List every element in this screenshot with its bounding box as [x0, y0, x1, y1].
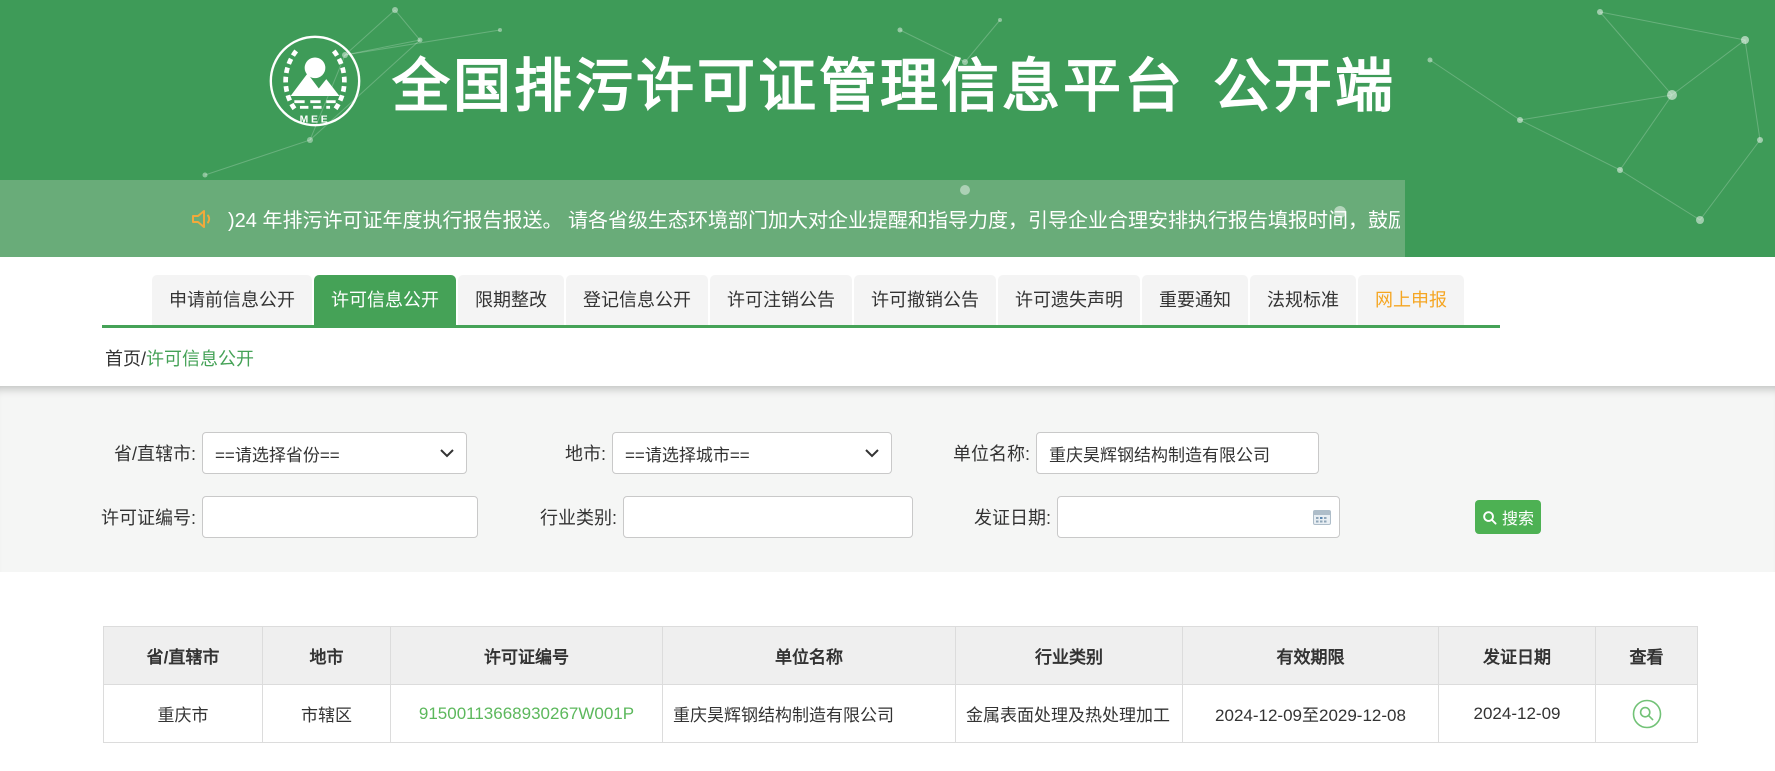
speaker-icon [190, 206, 216, 232]
results-table-section: 省/直辖市 地市 许可证编号 单位名称 行业类别 有效期限 发证日期 查看 重庆… [103, 626, 1775, 743]
tab-deadline-rectification[interactable]: 限期整改 [458, 275, 564, 325]
mee-logo-icon: MEE [268, 34, 362, 128]
search-icon [1482, 510, 1497, 525]
table-header-row: 省/直辖市 地市 许可证编号 单位名称 行业类别 有效期限 发证日期 查看 [104, 627, 1698, 685]
col-header-city: 地市 [263, 627, 391, 685]
col-header-province: 省/直辖市 [104, 627, 263, 685]
calendar-icon[interactable] [1313, 509, 1331, 525]
tab-regulations-standards[interactable]: 法规标准 [1250, 275, 1356, 325]
col-header-issue-date: 发证日期 [1439, 627, 1596, 685]
breadcrumb-home-link[interactable]: 首页 [105, 349, 141, 369]
main-navigation: 申请前信息公开 许可信息公开 限期整改 登记信息公开 许可注销公告 许可撤销公告… [0, 275, 1775, 328]
province-select[interactable]: ==请选择省份== [202, 432, 467, 474]
col-header-view: 查看 [1596, 627, 1698, 685]
tab-important-notice[interactable]: 重要通知 [1142, 275, 1248, 325]
table-row: 重庆市 市辖区 91500113668930267W001P 重庆昊辉钢结构制造… [104, 685, 1698, 743]
site-header: MEE 全国排污许可证管理信息平台公开端 )24 年排污许可证年度执行报告报送。… [0, 0, 1775, 257]
permit-number-link[interactable]: 91500113668930267W001P [419, 704, 634, 723]
cell-company: 重庆昊辉钢结构制造有限公司 [663, 685, 956, 743]
province-select-value: ==请选择省份== [215, 441, 340, 466]
cell-industry: 金属表面处理及热处理加工 [956, 685, 1183, 743]
tab-permit-info[interactable]: 许可信息公开 [314, 275, 456, 325]
province-label: 省/直辖市: [86, 440, 196, 466]
search-button[interactable]: 搜索 [1475, 500, 1541, 534]
site-title-main: 全国排污许可证管理信息平台 [392, 54, 1185, 119]
cell-city: 市辖区 [263, 685, 391, 743]
announcement-text: )24 年排污许可证年度执行报告报送。 请各省级生态环境部门加大对企业提醒和指导… [228, 204, 1400, 233]
tab-permit-revocation-notice[interactable]: 许可撤销公告 [854, 275, 996, 325]
tab-permit-cancellation-notice[interactable]: 许可注销公告 [710, 275, 852, 325]
page: MEE 全国排污许可证管理信息平台公开端 )24 年排污许可证年度执行报告报送。… [0, 0, 1775, 771]
issue-date-label: 发证日期: [933, 504, 1051, 530]
chevron-down-icon [865, 449, 879, 458]
tab-pre-application-info[interactable]: 申请前信息公开 [152, 275, 312, 325]
view-detail-icon[interactable] [1632, 699, 1662, 729]
search-form-row-1: 省/直辖市: ==请选择省份== 地市: ==请选择城市== 单位名称: [86, 432, 1775, 474]
city-select[interactable]: ==请选择城市== [612, 432, 892, 474]
results-table: 省/直辖市 地市 许可证编号 单位名称 行业类别 有效期限 发证日期 查看 重庆… [103, 626, 1698, 743]
nav-tabs: 申请前信息公开 许可信息公开 限期整改 登记信息公开 许可注销公告 许可撤销公告… [152, 275, 1464, 325]
col-header-permit-number: 许可证编号 [391, 627, 663, 685]
tab-online-application[interactable]: 网上申报 [1358, 275, 1464, 325]
city-label: 地市: [482, 440, 606, 466]
cell-issue-date: 2024-12-09 [1439, 685, 1596, 743]
permit-number-label: 许可证编号: [86, 504, 196, 530]
cell-validity: 2024-12-09至2029-12-08 [1183, 685, 1439, 743]
tabs-underline [102, 325, 1500, 328]
brand: MEE 全国排污许可证管理信息平台公开端 [268, 34, 1396, 128]
company-name-input[interactable] [1036, 432, 1319, 474]
chevron-down-icon [440, 449, 454, 458]
svg-text:MEE: MEE [300, 114, 331, 125]
tab-registration-info[interactable]: 登记信息公开 [566, 275, 708, 325]
col-header-company: 单位名称 [663, 627, 956, 685]
announcement-bar-right-cap [1405, 180, 1775, 257]
breadcrumb-current: 许可信息公开 [146, 349, 254, 369]
tab-permit-loss-statement[interactable]: 许可遗失声明 [998, 275, 1140, 325]
industry-category-label: 行业类别: [493, 504, 617, 530]
announcement: )24 年排污许可证年度执行报告报送。 请各省级生态环境部门加大对企业提醒和指导… [190, 180, 1400, 257]
permit-number-input[interactable] [202, 496, 478, 538]
col-header-validity: 有效期限 [1183, 627, 1439, 685]
site-title: 全国排污许可证管理信息平台公开端 [392, 39, 1396, 123]
issue-date-input[interactable] [1057, 496, 1340, 538]
cell-province: 重庆市 [104, 685, 263, 743]
search-form-row-2: 许可证编号: 行业类别: 发证日期: [86, 496, 1775, 538]
industry-category-input[interactable] [623, 496, 913, 538]
search-button-label: 搜索 [1502, 505, 1534, 529]
company-name-label: 单位名称: [912, 440, 1030, 466]
col-header-industry: 行业类别 [956, 627, 1183, 685]
city-select-value: ==请选择城市== [625, 441, 750, 466]
breadcrumb: 首页/许可信息公开 [0, 328, 1775, 386]
site-title-suffix: 公开端 [1213, 54, 1396, 119]
search-panel: 省/直辖市: ==请选择省份== 地市: ==请选择城市== 单位名称: 许可证… [0, 386, 1775, 572]
